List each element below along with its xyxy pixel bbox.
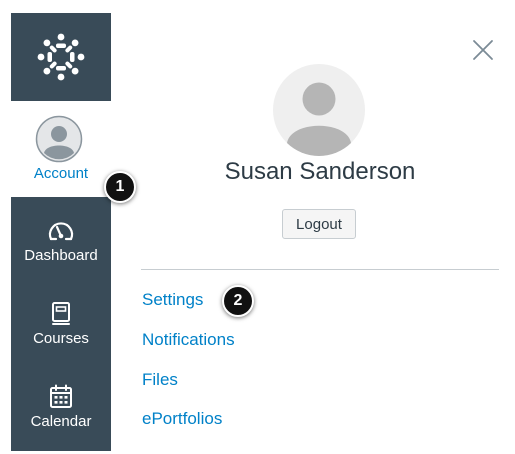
nav-item-account[interactable]: Account [11, 101, 111, 197]
calendar-icon [50, 384, 72, 408]
settings-link[interactable]: Settings [142, 290, 203, 310]
nav-label-calendar: Calendar [30, 413, 92, 430]
notifications-link[interactable]: Notifications [142, 330, 235, 350]
divider [141, 269, 499, 270]
canvas-logo-icon [37, 33, 85, 81]
global-nav: Account Dashboard Courses Calendar [11, 13, 111, 451]
files-link[interactable]: Files [142, 370, 178, 390]
canvas-logo[interactable] [11, 13, 111, 101]
logout-button[interactable]: Logout [282, 209, 356, 239]
dashboard-icon [48, 222, 74, 241]
eportfolios-link[interactable]: ePortfolios [142, 409, 222, 429]
nav-item-dashboard[interactable]: Dashboard [11, 206, 111, 288]
step-callout-2: 2 [222, 285, 254, 317]
user-avatar [273, 64, 365, 156]
nav-label-account: Account [33, 165, 89, 182]
avatar-icon [35, 115, 83, 163]
close-button[interactable] [470, 37, 496, 63]
user-name: Susan Sanderson [224, 158, 416, 185]
nav-label-courses: Courses [33, 330, 89, 347]
nav-item-courses[interactable]: Courses [11, 289, 111, 371]
nav-item-calendar[interactable]: Calendar [11, 372, 111, 454]
nav-label-dashboard: Dashboard [24, 247, 98, 264]
step-callout-1: 1 [104, 171, 136, 203]
courses-icon [52, 302, 70, 325]
close-icon [473, 40, 493, 60]
